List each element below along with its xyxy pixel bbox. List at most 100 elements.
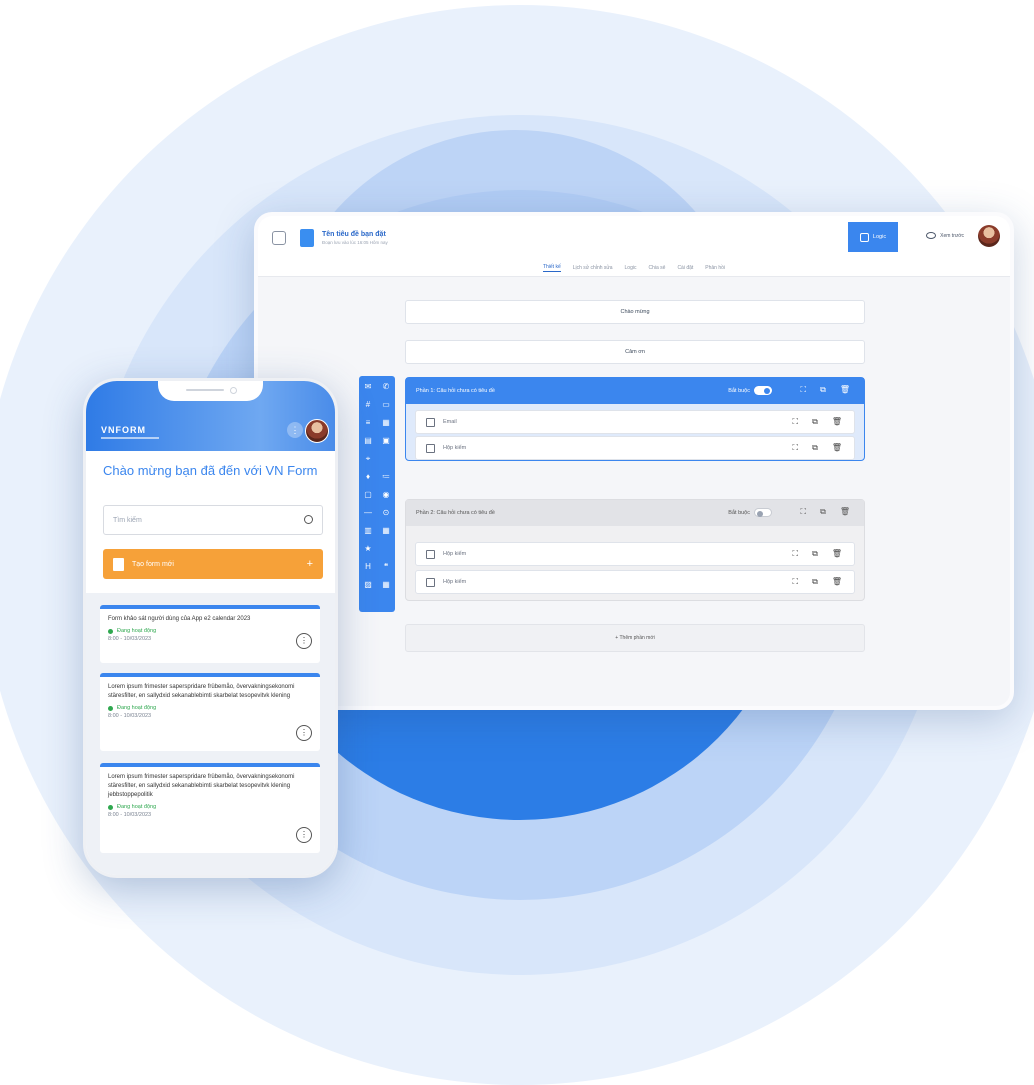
search-icon[interactable] (304, 515, 313, 524)
tool-icon[interactable]: ▥ (359, 526, 377, 536)
status-label: Đang hoạt động (117, 628, 157, 634)
form-card[interactable]: Form khảo sát người dùng của App e2 cale… (100, 605, 320, 663)
thanks-block[interactable]: Cảm ơn (405, 340, 865, 364)
search-input[interactable]: Tìm kiếm (103, 505, 323, 535)
section-1[interactable]: Phần 1: Câu hỏi chưa có tiêu đề Bắt buộc… (405, 377, 865, 461)
section-title[interactable]: Phần 2: Câu hỏi chưa có tiêu đề (416, 510, 495, 516)
preview-button[interactable]: Xem trước (926, 232, 964, 239)
delete-icon[interactable]: 🗑 (832, 549, 842, 559)
tool-icon[interactable]: ❝ (377, 562, 395, 572)
expand-icon[interactable]: ⛶ (801, 385, 807, 395)
tab-responses[interactable]: Phản hồi (705, 265, 725, 271)
section-title[interactable]: Phần 1: Câu hỏi chưa có tiêu đề (416, 388, 495, 394)
tab-bar: Thiết kế Lịch sử chỉnh sửa Logic Chia sẻ… (258, 260, 1010, 277)
tool-icon[interactable]: ★ (359, 544, 377, 554)
tool-icon[interactable]: H (359, 562, 377, 572)
copy-icon[interactable]: ⧉ (812, 417, 818, 427)
delete-icon[interactable]: 🗑 (832, 577, 842, 587)
question-row[interactable]: Hộp kiểm ⛶ ⧉ 🗑 (415, 436, 855, 460)
required-label: Bắt buộc (728, 509, 750, 516)
required-toggle[interactable] (754, 508, 772, 517)
more-options-icon[interactable]: ⋮ (296, 633, 312, 649)
status: Đang hoạt động (108, 705, 312, 711)
expand-icon[interactable]: ⛶ (793, 417, 799, 427)
checkbox-icon (426, 443, 435, 453)
tool-icon[interactable]: ⌖ (359, 454, 377, 464)
delete-icon[interactable]: 🗑 (840, 507, 850, 517)
delete-icon[interactable]: 🗑 (840, 385, 850, 395)
copy-icon[interactable]: ⧉ (812, 443, 818, 453)
home-icon[interactable] (272, 231, 286, 245)
expand-icon[interactable]: ⛶ (793, 577, 799, 587)
tool-icon[interactable]: ▢ (359, 490, 377, 500)
delete-icon[interactable]: 🗑 (832, 443, 842, 453)
tool-icon[interactable]: ▣ (377, 436, 395, 446)
tool-icon[interactable]: ▤ (359, 436, 377, 446)
logic-button[interactable]: Logic (848, 222, 898, 252)
add-section-button[interactable]: + Thêm phần mới (405, 624, 865, 652)
tool-icon[interactable]: ▦ (377, 580, 395, 590)
question-actions: ⛶ ⧉ 🗑 (793, 549, 842, 559)
preview-label: Xem trước (940, 232, 964, 239)
document-icon (300, 229, 314, 247)
form-card-date: 8:00 - 10/03/2023 (108, 636, 152, 642)
question-row[interactable]: Hộp kiểm ⛶ ⧉ 🗑 (415, 570, 855, 594)
form-card[interactable]: Lorem ipsum frimester saperspridare früb… (100, 673, 320, 751)
logic-icon (859, 232, 869, 242)
top-bar: Tên tiêu đề bạn đặt Đoạn lưu vào lúc 16:… (258, 216, 1010, 260)
tool-icon[interactable]: ▦ (377, 418, 395, 428)
tool-icon[interactable]: — (359, 508, 377, 518)
copy-icon[interactable]: ⧉ (812, 549, 818, 559)
create-form-label: Tạo form mới (132, 560, 174, 568)
tool-icon[interactable]: ▭ (377, 400, 395, 410)
tool-icon[interactable]: ✆ (377, 382, 395, 392)
mobile-header: VNFORM ⋮ (86, 381, 335, 451)
more-options-icon[interactable]: ⋮ (296, 725, 312, 741)
tab-history[interactable]: Lịch sử chỉnh sửa (573, 265, 613, 271)
form-card[interactable]: Lorem ipsum frimester saperspridare früb… (100, 763, 320, 853)
form-canvas: Chào mừng Cảm ơn ✉ ✆ # ▭ ≡ ▦ ▤ ▣ ⌖ ♦ ≔ ▢… (258, 276, 1010, 706)
form-subtitle: Đoạn lưu vào lúc 16:05 Hôm nay (322, 240, 388, 245)
tool-icon[interactable]: ≔ (377, 472, 395, 482)
welcome-block[interactable]: Chào mừng (405, 300, 865, 324)
question-row[interactable]: Hộp kiểm ⛶ ⧉ 🗑 (415, 542, 855, 566)
tool-icon[interactable]: ▨ (359, 580, 377, 590)
tool-icon[interactable] (377, 544, 395, 554)
tab-settings[interactable]: Cài đặt (677, 265, 693, 271)
tab-share[interactable]: Chia sẻ (648, 265, 665, 271)
avatar[interactable] (978, 225, 1000, 247)
status: Đang hoạt động (108, 628, 312, 634)
expand-icon[interactable]: ⛶ (793, 443, 799, 453)
desktop-form-builder: Tên tiêu đề bạn đặt Đoạn lưu vào lúc 16:… (254, 212, 1014, 710)
tool-icon[interactable]: ✉ (359, 382, 377, 392)
copy-icon[interactable]: ⧉ (820, 385, 826, 395)
form-list: Form khảo sát người dùng của App e2 cale… (86, 593, 335, 875)
expand-icon[interactable]: ⛶ (801, 507, 807, 517)
more-icon[interactable]: ⋮ (287, 422, 303, 438)
question-row[interactable]: Email ⛶ ⧉ 🗑 (415, 410, 855, 434)
tool-icon[interactable]: ♦ (359, 472, 377, 482)
phone-notch (158, 381, 263, 401)
tool-icon[interactable]: ◉ (377, 490, 395, 500)
more-options-icon[interactable]: ⋮ (296, 827, 312, 843)
tool-icon[interactable]: ▦ (377, 526, 395, 536)
required-label: Bắt buộc (728, 387, 750, 394)
form-card-title: Lorem ipsum frimester saperspridare früb… (108, 774, 295, 798)
create-form-button[interactable]: Tạo form mới + (103, 549, 323, 579)
delete-icon[interactable]: 🗑 (832, 417, 842, 427)
tab-logic[interactable]: Logic (625, 265, 637, 271)
tool-icon[interactable] (377, 454, 395, 464)
copy-icon[interactable]: ⧉ (820, 507, 826, 517)
tool-icon[interactable]: ≡ (359, 418, 377, 428)
tool-icon[interactable]: ⊙ (377, 508, 395, 518)
section-2[interactable]: Phần 2: Câu hỏi chưa có tiêu đề Bắt buộc… (405, 499, 865, 601)
copy-icon[interactable]: ⧉ (812, 577, 818, 587)
expand-icon[interactable]: ⛶ (793, 549, 799, 559)
form-title[interactable]: Tên tiêu đề bạn đặt (322, 231, 388, 238)
brand-logo[interactable]: VNFORM (101, 425, 146, 435)
status-label: Đang hoạt động (117, 705, 157, 711)
required-toggle[interactable] (754, 386, 772, 395)
avatar[interactable] (305, 419, 329, 443)
tab-design[interactable]: Thiết kế (542, 264, 561, 272)
tool-icon[interactable]: # (359, 400, 377, 410)
